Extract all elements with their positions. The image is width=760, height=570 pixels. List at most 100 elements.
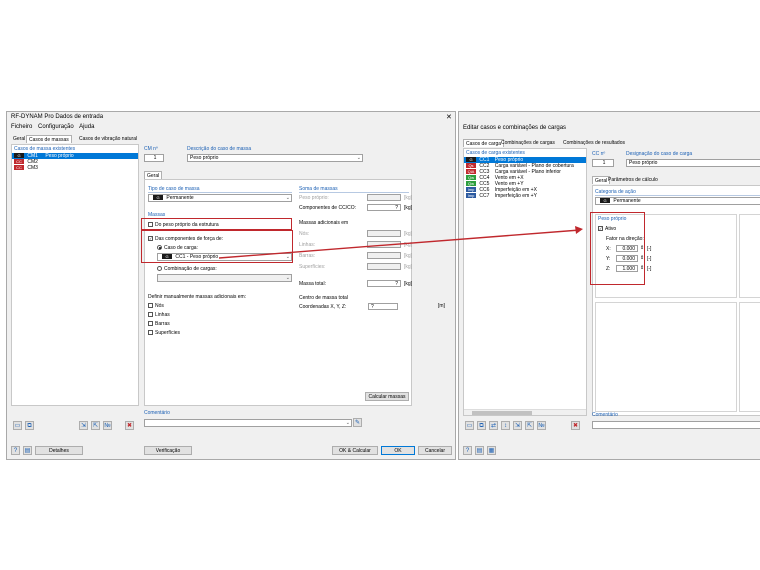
linhas-checkbox[interactable]: Linhas: [148, 312, 170, 318]
tab-combinacoes-de-cargas[interactable]: Combinações de cargas: [499, 139, 557, 147]
tag-badge: Qs: [466, 163, 476, 169]
ok-button[interactable]: OK: [381, 446, 415, 455]
definir-label: Definir manualmente massas adicionais em…: [148, 294, 247, 300]
renumber-icon[interactable]: №: [537, 421, 546, 430]
combinacao-radio[interactable]: Combinação de cargas:: [157, 266, 217, 272]
tag-badge: G: [14, 153, 24, 159]
tag-badge: G: [466, 157, 476, 163]
help-icon[interactable]: ?: [463, 446, 472, 455]
main-tabs: Casos de carga Combinações de cargas Com…: [463, 139, 760, 148]
chevron-down-icon: ⌄: [356, 155, 361, 161]
nos-checkbox[interactable]: Nós: [148, 303, 164, 309]
unit-label: [kg]: [404, 231, 413, 237]
tag-badge: G: [153, 195, 163, 201]
calcular-massas-button[interactable]: Calcular massas: [365, 392, 409, 401]
window-title: RF-DYNAM Pro Dados de entrada: [11, 114, 104, 120]
unit-label: [kg]: [404, 195, 413, 201]
unit-label: [-]: [647, 246, 652, 252]
copy-case-icon[interactable]: ⧉: [25, 421, 34, 430]
designacao-label: Designação do caso de carga: [626, 151, 693, 157]
new-case-icon[interactable]: ▭: [13, 421, 22, 430]
tag-badge: Qw: [466, 175, 476, 181]
help-icon[interactable]: ?: [11, 446, 20, 455]
menu-ficheiro[interactable]: Ficheiro: [11, 124, 32, 130]
scrollbar-thumb[interactable]: [472, 411, 532, 415]
barras-checkbox[interactable]: Barras: [148, 321, 170, 327]
subtab-geral[interactable]: Geral: [144, 171, 163, 179]
comentario-label: Comentário: [144, 410, 170, 416]
menu-configuracao[interactable]: Configuração: [38, 124, 74, 130]
nos-sum-field: [367, 230, 401, 237]
description-combo[interactable]: Peso próprio ⌄: [187, 154, 363, 162]
menu-ajuda[interactable]: Ajuda: [79, 124, 94, 130]
checkbox-box: [148, 330, 153, 336]
horizontal-scrollbar[interactable]: [464, 409, 586, 415]
list-header: Casos de massa existentes: [14, 146, 76, 152]
cc-number-label: CC nº: [592, 151, 606, 157]
mass-case-list-panel: Casos de massa existentes G CM1 Peso pró…: [11, 144, 139, 406]
sort-icon[interactable]: ↕: [501, 421, 510, 430]
tab-geral[interactable]: Geral: [11, 135, 27, 143]
export-icon[interactable]: ⇱: [525, 421, 534, 430]
tipo-combo[interactable]: G Permanente ⌄: [148, 194, 292, 202]
cc-number-stepper[interactable]: 1: [592, 159, 614, 167]
checkbox-box: [148, 321, 153, 327]
checkbox-box: [148, 303, 153, 309]
chevron-down-icon: ⌄: [285, 275, 290, 281]
combinacao-combo[interactable]: ⌄: [157, 274, 292, 282]
coord-value-field: ?: [368, 303, 398, 310]
comment-edit-icon[interactable]: ✎: [353, 418, 362, 427]
superficies-sum-label: Superfícies:: [299, 264, 326, 270]
import-icon[interactable]: ⇲: [79, 421, 88, 430]
list-item[interactable]: CC CM3: [12, 165, 138, 171]
renumber-icon[interactable]: №: [103, 421, 112, 430]
cm-number-stepper[interactable]: 1: [144, 154, 164, 162]
generate-icon[interactable]: ⇄: [489, 421, 498, 430]
import-icon[interactable]: ⇲: [513, 421, 522, 430]
superficies-checkbox[interactable]: Superfícies: [148, 330, 180, 336]
comentario-field[interactable]: [592, 421, 760, 429]
window-title: Editar casos e combinações de cargas: [463, 125, 567, 131]
radio-icon: [157, 266, 162, 272]
comentario-combo[interactable]: ⌄: [144, 419, 352, 427]
tag-badge: Qw: [466, 181, 476, 187]
barras-label: Barras: [155, 321, 170, 327]
list-item[interactable]: Imp CC7 Imperfeição em +Y: [464, 193, 586, 199]
units-icon[interactable]: ▦: [487, 446, 496, 455]
verificacao-button[interactable]: Verificação: [144, 446, 192, 455]
categoria-combo[interactable]: G Permanente: [595, 197, 760, 205]
copy-case-icon[interactable]: ⧉: [477, 421, 486, 430]
tab-casos-de-massas[interactable]: Casos de massas: [26, 135, 72, 143]
ok-calcular-button[interactable]: OK & Calcular: [332, 446, 378, 455]
highlight-componentes: [141, 230, 293, 263]
delete-icon[interactable]: ✖: [571, 421, 580, 430]
list-item-name: Imperfeição em +Y: [494, 193, 537, 199]
cancelar-button[interactable]: Cancelar: [418, 446, 452, 455]
total-label: Massa total:: [299, 281, 326, 287]
delete-icon[interactable]: ✖: [125, 421, 134, 430]
coord-label: Coordenadas X, Y, Z:: [299, 304, 347, 310]
tab-casos-de-carga[interactable]: Casos de carga: [463, 139, 505, 147]
new-case-icon[interactable]: ▭: [465, 421, 474, 430]
unit-label: [kg]: [404, 264, 413, 270]
designacao-value: Peso próprio: [629, 160, 658, 166]
categoria-value: Permanente: [613, 198, 641, 204]
tab-combinacoes-de-resultados[interactable]: Combinações de resultados: [561, 139, 627, 147]
unit-label: [kg]: [404, 205, 413, 211]
tab-casos-vibracao[interactable]: Casos de vibração natural: [77, 135, 139, 143]
info-icon[interactable]: ▤: [475, 446, 484, 455]
info-icon[interactable]: ▤: [23, 446, 32, 455]
export-icon[interactable]: ⇱: [91, 421, 100, 430]
description-label: Descrição do caso de massa: [187, 146, 252, 152]
mass-case-detail-panel: Tipo de caso de massa G Permanente ⌄ Mas…: [144, 179, 412, 406]
designacao-combo[interactable]: Peso próprio: [626, 159, 760, 167]
empty-group: [595, 302, 737, 412]
nos-label: Nós: [155, 303, 164, 309]
subtab-parametros[interactable]: Parâmetros de cálculo: [606, 176, 660, 184]
close-icon[interactable]: ✕: [446, 113, 452, 121]
tag-badge: QiA: [466, 169, 476, 175]
highlight-peso-proprio: [141, 218, 292, 230]
detalhes-button[interactable]: Detalhes: [35, 446, 83, 455]
empty-group: [739, 214, 760, 298]
unit-label: [kg]: [404, 253, 413, 259]
